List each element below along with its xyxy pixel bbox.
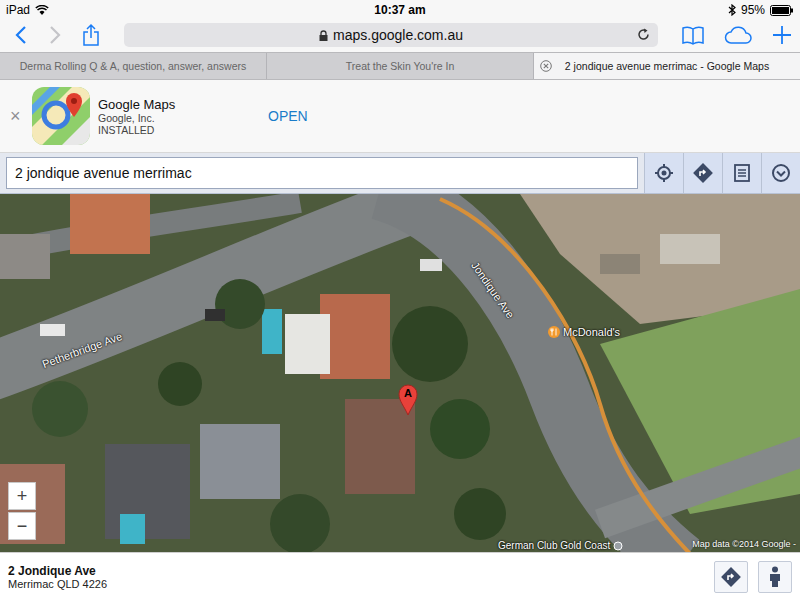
tab[interactable]: 2 jondique avenue merrimac - Google Maps	[533, 53, 800, 79]
restaurant-icon	[548, 326, 560, 338]
tab-bar: Derma Rolling Q & A, question, answer, a…	[0, 52, 800, 80]
map[interactable]: Petherbridge AveJondique AveMcDonald'sGe…	[0, 194, 800, 552]
browser-toolbar: maps.google.com.au	[0, 20, 800, 52]
location-pin[interactable]: A	[398, 384, 418, 416]
open-app-button[interactable]: OPEN	[268, 108, 308, 124]
bookmarks-icon[interactable]	[682, 25, 704, 45]
directions-icon	[721, 567, 741, 587]
more-button[interactable]	[761, 153, 800, 193]
place-title: 2 Jondique Ave	[8, 564, 107, 578]
cloud-icon[interactable]	[724, 25, 752, 45]
search-field[interactable]: 2 jondique avenue merrimac	[6, 157, 638, 189]
battery-icon	[770, 5, 794, 16]
search-bar: 2 jondique avenue merrimac	[0, 153, 800, 194]
screen: iPad 10:37 am 95% maps.google.com.au Derma R…	[0, 0, 800, 600]
satellite-imagery	[0, 194, 800, 552]
tab[interactable]: Treat the Skin You're In	[266, 53, 533, 79]
forward-icon[interactable]	[48, 25, 62, 45]
zoom-controls: +−	[8, 482, 36, 540]
clock: 10:37 am	[374, 3, 425, 17]
share-icon[interactable]	[82, 23, 100, 47]
back-icon[interactable]	[14, 25, 28, 45]
street-view-button[interactable]	[758, 561, 792, 593]
pegman-icon	[768, 566, 782, 588]
tab-label: 2 jondique avenue merrimac - Google Maps	[565, 60, 769, 72]
tab-label: Treat the Skin You're In	[346, 60, 454, 72]
google-maps-app-icon	[32, 87, 90, 145]
map-label-text: German Club Gold Coast	[498, 540, 610, 551]
lock-icon	[319, 30, 328, 41]
wifi-icon	[35, 5, 49, 16]
list-button[interactable]	[722, 153, 761, 193]
zoom-button[interactable]: +	[8, 482, 36, 510]
place-icon	[613, 541, 623, 551]
close-tab-icon[interactable]	[540, 60, 552, 72]
app-publisher: Google, Inc.	[98, 112, 258, 124]
banner-close-button[interactable]: ×	[10, 106, 24, 127]
place-directions-button[interactable]	[714, 561, 748, 593]
list-icon	[733, 164, 751, 182]
map-label[interactable]: McDonald's	[548, 326, 620, 338]
zoom-button[interactable]: −	[8, 512, 36, 540]
status-bar: iPad 10:37 am 95%	[0, 0, 800, 20]
directions-icon	[693, 163, 713, 183]
app-name: Google Maps	[98, 97, 258, 112]
dropdown-icon	[771, 163, 791, 183]
place-info[interactable]: 2 Jondique AveMerrimac QLD 4226	[8, 564, 107, 590]
place-address: Merrimac QLD 4226	[8, 578, 107, 590]
directions-button[interactable]	[683, 153, 722, 193]
pin-label: A	[398, 387, 418, 399]
search-value: 2 jondique avenue merrimac	[15, 165, 192, 181]
device-name: iPad	[6, 3, 30, 17]
map-label-text: McDonald's	[563, 326, 620, 338]
tab-label: Derma Rolling Q & A, question, answer, a…	[20, 60, 246, 72]
app-status: INSTALLED	[98, 124, 258, 136]
app-info: Google MapsGoogle, Inc.INSTALLED	[98, 97, 258, 136]
location-target-icon	[654, 163, 674, 183]
app-banner: × Google MapsGoogle, Inc.INSTALLED OPEN	[0, 80, 800, 153]
battery-percent: 95%	[741, 3, 765, 17]
url-text: maps.google.com.au	[333, 27, 463, 43]
map-label[interactable]: German Club Gold Coast	[498, 540, 623, 551]
tab[interactable]: Derma Rolling Q & A, question, answer, a…	[0, 53, 266, 79]
map-attribution: Map data ©2014 Google -	[692, 539, 796, 549]
url-field[interactable]: maps.google.com.au	[124, 23, 658, 47]
bluetooth-icon	[728, 4, 736, 16]
place-bar: 2 Jondique AveMerrimac QLD 4226	[0, 552, 800, 600]
reload-icon[interactable]	[637, 28, 650, 41]
new-tab-icon[interactable]	[772, 25, 792, 45]
my-location-button[interactable]	[644, 153, 683, 193]
